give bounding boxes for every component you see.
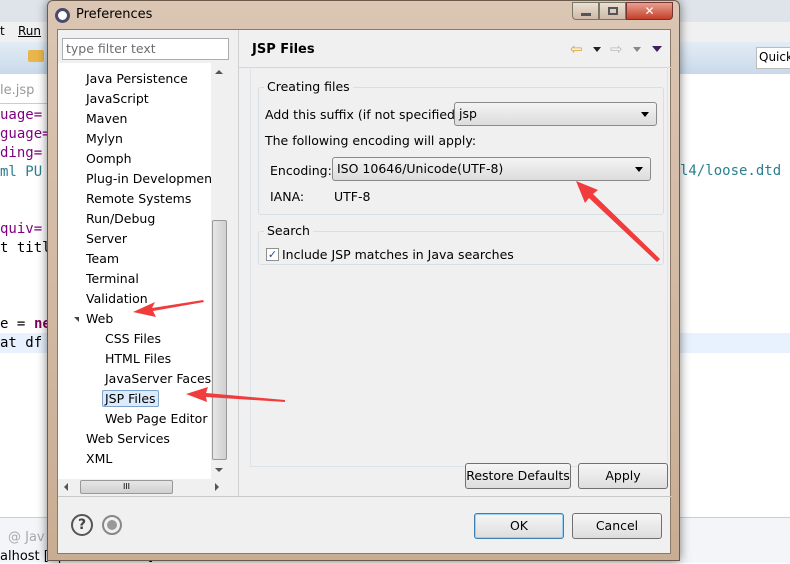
annotation-arrows	[133, 181, 660, 402]
arrow-to-web	[133, 300, 204, 317]
arrow-to-encoding	[576, 181, 660, 262]
arrow-to-jsp-files	[186, 387, 285, 402]
